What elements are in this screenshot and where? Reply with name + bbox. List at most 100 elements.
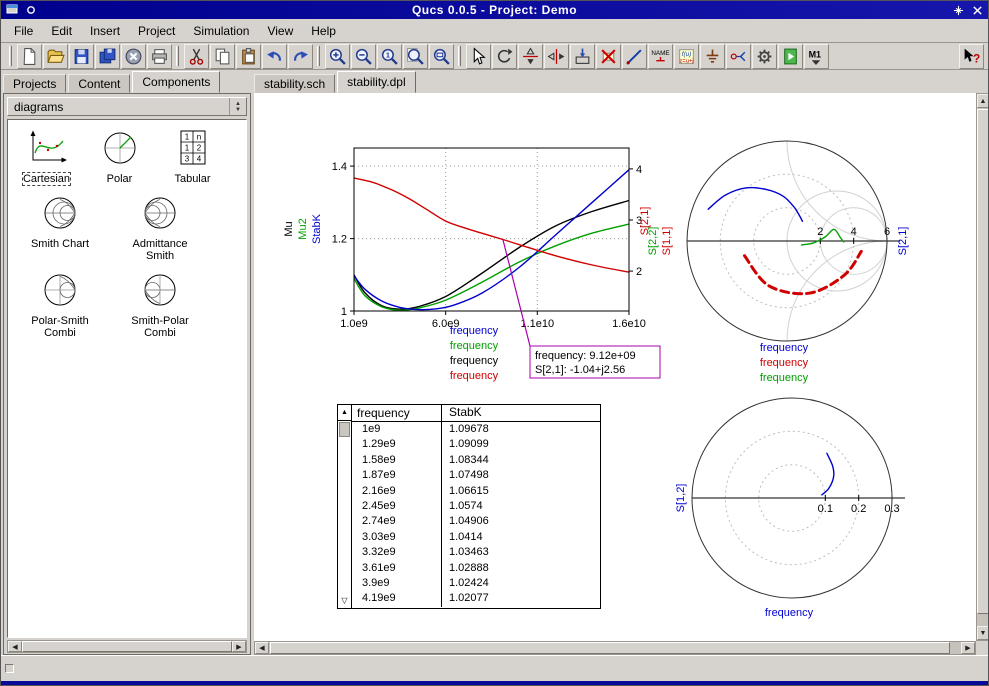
zoom-in-button[interactable] <box>325 44 350 69</box>
component-tabular[interactable]: 1n1234Tabular <box>156 126 229 191</box>
scroll-right-icon[interactable]: ▶ <box>961 642 975 654</box>
table-scroll-down-icon[interactable]: ▽ <box>338 594 351 608</box>
canvas-hscrollbar[interactable]: ◀ ▶ <box>254 641 976 655</box>
component-admittance-smith[interactable]: Admittance Smith <box>110 191 210 268</box>
tab-stability-sch[interactable]: stability.sch <box>254 74 335 93</box>
scroll-up-icon[interactable]: ▲ <box>977 94 989 108</box>
view-data-display-button[interactable] <box>778 44 803 69</box>
save-all-button[interactable] <box>95 44 120 69</box>
component-cartesian-diagram[interactable]: Cartesian <box>10 126 83 191</box>
polar-diagram-icon <box>98 129 142 172</box>
canvas-vscroll-track[interactable] <box>977 108 989 626</box>
menu-insert[interactable]: Insert <box>81 21 129 41</box>
set-marker-button[interactable]: M1 <box>804 44 829 69</box>
rotate-button[interactable] <box>492 44 517 69</box>
canvas-vscrollbar[interactable]: ▲ ▼ <box>976 93 989 641</box>
scroll-left-icon[interactable]: ◀ <box>255 642 269 654</box>
zoom-one-to-one-button[interactable]: 1 <box>377 44 402 69</box>
insert-equation-button[interactable]: f(u)z=u+j <box>674 44 699 69</box>
table-scroll-strip[interactable]: ▲▽ <box>338 405 352 608</box>
select-icon <box>469 47 488 66</box>
menu-project[interactable]: Project <box>129 21 184 41</box>
app-icon[interactable] <box>4 3 20 17</box>
zoom-out-button[interactable] <box>351 44 376 69</box>
menu-file[interactable]: File <box>5 21 42 41</box>
scroll-left-icon[interactable]: ◀ <box>8 641 22 652</box>
open-file-button[interactable] <box>43 44 68 69</box>
display-page-canvas[interactable]: 1.0e96.0e91.1e101.6e1011.21.4234MuMu2Sta… <box>254 93 976 641</box>
component-polar-smith-combi[interactable]: Polar-Smith Combi <box>10 268 110 345</box>
tab-projects[interactable]: Projects <box>3 74 66 93</box>
tabular-diagram[interactable]: ▲▽frequencyStabK1e91.096781.29e91.090991… <box>337 404 601 609</box>
canvas-hscroll-track[interactable] <box>269 642 961 654</box>
menu-edit[interactable]: Edit <box>42 21 81 41</box>
undo-button[interactable] <box>262 44 287 69</box>
table-scroll-thumb[interactable] <box>339 422 350 437</box>
table-scroll-up-icon[interactable]: ▲ <box>338 405 351 421</box>
sidebar-hscroll-thumb[interactable] <box>22 641 232 652</box>
table-row: 3.61e91.02888 <box>352 561 600 576</box>
titlebar[interactable]: Qucs 0.0.5 - Project: Demo <box>1 1 988 19</box>
redo-button[interactable] <box>288 44 313 69</box>
cell-frequency: 1.87e9 <box>352 468 442 483</box>
insert-port-button[interactable] <box>726 44 751 69</box>
component-smith-polar-combi[interactable]: Smith-Polar Combi <box>110 268 210 345</box>
open-file-icon <box>46 47 65 66</box>
scroll-right-icon[interactable]: ▶ <box>232 641 246 652</box>
maximize-button[interactable] <box>950 3 966 17</box>
document-tabs: stability.schstability.dpl <box>254 71 418 93</box>
category-value: diagrams <box>8 100 229 114</box>
go-into-subcircuit-button[interactable] <box>570 44 595 69</box>
component-category-select[interactable]: diagrams ▲▼ <box>7 97 247 116</box>
combo-arrows-icon: ▲▼ <box>229 98 246 115</box>
zoom-fit-button[interactable] <box>429 44 454 69</box>
close-button[interactable] <box>969 3 985 17</box>
canvas-hscroll-thumb[interactable] <box>270 642 950 654</box>
component-label: Smith-Polar Combi <box>120 315 200 339</box>
save-file-button[interactable] <box>69 44 94 69</box>
svg-text:frequency: frequency <box>760 372 809 384</box>
insert-wire-button[interactable] <box>622 44 647 69</box>
mirror-y-axis-button[interactable] <box>544 44 569 69</box>
show-whole-page-button[interactable] <box>403 44 428 69</box>
svg-text:4: 4 <box>851 226 857 238</box>
close-file-button[interactable] <box>121 44 146 69</box>
svg-text:frequency: 9.12e+09: frequency: 9.12e+09 <box>535 350 636 362</box>
svg-text:3: 3 <box>184 155 189 164</box>
component-smith-chart[interactable]: Smith Chart <box>10 191 110 268</box>
tab-content[interactable]: Content <box>68 74 130 93</box>
zoom-one-to-one-icon: 1 <box>380 47 399 66</box>
cut-button[interactable] <box>184 44 209 69</box>
copy-button[interactable] <box>210 44 235 69</box>
sidebar-hscroll-track[interactable] <box>22 641 232 652</box>
mirror-x-axis-button[interactable] <box>518 44 543 69</box>
print-button[interactable] <box>147 44 172 69</box>
new-document-button[interactable] <box>17 44 42 69</box>
scroll-down-icon[interactable]: ▼ <box>977 626 989 640</box>
sticky-pin-icon[interactable] <box>23 3 39 17</box>
svg-text:2: 2 <box>636 266 642 278</box>
cell-stabk: 1.02077 <box>442 591 600 606</box>
whats-this-button[interactable]: ? <box>959 44 984 69</box>
menu-help[interactable]: Help <box>302 21 345 41</box>
menu-simulation[interactable]: Simulation <box>184 21 258 41</box>
select-button[interactable] <box>466 44 491 69</box>
svg-text:frequency: frequency <box>760 357 809 369</box>
paste-button[interactable] <box>236 44 261 69</box>
tab-components[interactable]: Components <box>132 71 220 93</box>
sidebar-hscrollbar[interactable]: ◀ ▶ <box>7 640 247 653</box>
canvas-vscroll-thumb[interactable] <box>977 109 989 614</box>
svg-text:1: 1 <box>385 50 389 59</box>
simulation-settings-button[interactable] <box>752 44 777 69</box>
toolbar-handle[interactable] <box>9 46 12 66</box>
toolbar-handle[interactable] <box>176 46 179 66</box>
toolbar-handle[interactable] <box>317 46 320 66</box>
deactivate-button[interactable] <box>596 44 621 69</box>
toolbar-handle[interactable] <box>458 46 461 66</box>
component-polar-diagram[interactable]: Polar <box>83 126 156 191</box>
wire-label-button[interactable]: NAME <box>648 44 673 69</box>
cell-frequency: 1.58e9 <box>352 453 442 468</box>
tab-stability-dpl[interactable]: stability.dpl <box>337 71 415 93</box>
insert-ground-button[interactable] <box>700 44 725 69</box>
menu-view[interactable]: View <box>258 21 302 41</box>
